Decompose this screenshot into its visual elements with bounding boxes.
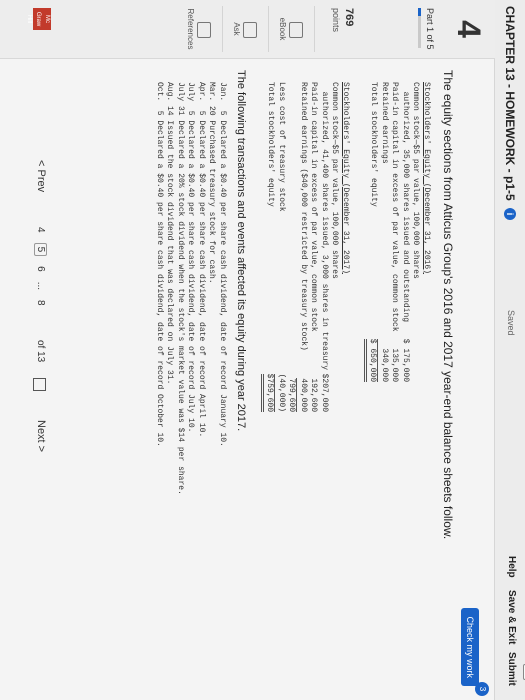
part-indicator: Part 1 of 5 [425, 8, 435, 50]
row-amount: 192,600 [309, 378, 319, 412]
statement-row: 799,600 [286, 82, 298, 412]
statement-row: Paid-in capital in excess of par value, … [389, 82, 400, 382]
publisher-logo: Mc Graw Hill [26, 8, 51, 30]
ask-icon[interactable] [243, 22, 257, 38]
page-number: ... [35, 281, 46, 291]
row-amount: 340,000 [380, 348, 389, 382]
equity-2017-statement: Stockholders' Equity (December 31, 2017)… [261, 82, 350, 412]
transactions-intro: The following transactions and events af… [235, 70, 247, 432]
statement-row: authorized, 35,000 shares issued and out… [400, 82, 410, 382]
transaction-line: Aug. 14 Issued the stock dividend that w… [165, 82, 175, 385]
ebook-icon[interactable] [289, 22, 303, 38]
row-label: Less cost of treasury stock [277, 82, 286, 212]
statement-heading: Stockholders' Equity (December 31, 2016) [422, 82, 431, 275]
page-number[interactable]: 8 [35, 300, 46, 306]
page-number[interactable]: 5 [34, 242, 47, 257]
points-value: 769 [343, 8, 355, 27]
assignment-title: CHAPTER 13 - HOMEWORK - p1-5 i [503, 6, 517, 221]
question-prompt: The equity sections from Atticus Group's… [441, 70, 455, 540]
statement-row: Common stock—$5 par value, 100,000 share… [410, 82, 421, 382]
row-amount: (40,000) [277, 373, 286, 412]
row-label: Total stockholders' equity [266, 82, 276, 207]
ask-link[interactable]: Ask [232, 0, 241, 58]
row-label: authorized, 41,400 shares issued, 3,000 … [320, 82, 329, 371]
row-amount: $ 175,000 [401, 338, 410, 382]
assignment-title-text: CHAPTER 13 - HOMEWORK - p1-5 [503, 6, 517, 201]
grid-icon[interactable] [33, 378, 46, 391]
submit-button[interactable]: Submit [506, 652, 517, 686]
row-label: Common stock—$5 par value, 100,000 share… [411, 82, 421, 279]
equity-2016-statement: Stockholders' Equity (December 31, 2016)… [364, 82, 431, 382]
prev-button[interactable]: < Prev [35, 160, 47, 192]
statement-row: Retained earnings 340,000 [379, 82, 389, 382]
transaction-line: July 5 Declared a $0.40 per share cash d… [186, 82, 196, 433]
statement-row: Common stock—$5 par value, 100,000 share… [329, 82, 340, 412]
info-icon[interactable]: i [504, 208, 516, 221]
references-icon[interactable] [197, 22, 211, 38]
row-label: authorized, 35,000 shares issued and out… [401, 82, 410, 323]
row-label: Paid-in capital in excess of par value, … [309, 82, 319, 332]
transaction-line: Jan. 5 Declared a $0.40 per share cash d… [218, 82, 227, 447]
question-number: 4 [451, 20, 487, 38]
statement-row: Less cost of treasury stock (40,000) [276, 82, 286, 412]
next-button[interactable]: Next > [35, 420, 47, 452]
statement-row: Total stockholders' equity $ 650,000 [364, 82, 379, 382]
page-total: of 13 [35, 340, 46, 363]
part-progress-bar [418, 8, 421, 48]
transaction-line: Oct. 5 Declared a $0.40 per share cash d… [155, 82, 164, 447]
row-amount: $ 650,000 [364, 338, 379, 382]
row-amount: 400,000 [299, 378, 308, 412]
points-label: points [331, 8, 341, 33]
top-bar: CHAPTER 13 - HOMEWORK - p1-5 i Saved Hel… [494, 0, 525, 700]
part-progress-fill [418, 8, 421, 16]
transaction-line: Apr. 5 Declared a $0.40 per share cash d… [197, 82, 206, 438]
saved-status: Saved [506, 310, 516, 336]
row-amount: $207,000 [320, 373, 329, 412]
pagination-bar: Mc Graw Hill < Prev 4 5 6... 8 of 13 Next > [15, 0, 55, 700]
rail-divider [268, 6, 269, 52]
row-label: Total stockholders' equity [369, 82, 379, 207]
question-content: The equity sections from Atticus Group's… [154, 70, 455, 630]
statement-row: authorized, 41,400 shares issued, 3,000 … [319, 82, 329, 412]
app-window: CHAPTER 13 - HOMEWORK - p1-5 i Saved Hel… [0, 0, 525, 700]
statement-row: Paid-in capital in excess of par value, … [308, 82, 319, 412]
row-amount: 135,000 [390, 348, 400, 382]
save-exit-button[interactable]: Save & Exit [506, 590, 517, 644]
statement-heading: Stockholders' Equity (December 31, 2017) [341, 82, 350, 275]
ebook-link[interactable]: eBook [278, 0, 287, 58]
row-amount: 799,600 [286, 378, 298, 412]
rail-divider [314, 6, 315, 52]
transaction-line: July 31 Declared a 20% stock dividend wh… [176, 82, 185, 495]
references-link[interactable]: References [186, 0, 195, 58]
page-numbers: 4 5 6... 8 [34, 222, 47, 311]
statement-row: Total stockholders' equity $759,600 [261, 82, 276, 412]
page-number[interactable]: 4 [35, 227, 46, 233]
statement-row: Retained earnings ($40,000 restricted by… [298, 82, 308, 412]
check-my-work-button[interactable]: Check my work [461, 608, 479, 686]
row-amount: $759,600 [261, 373, 276, 412]
row-label: Paid-in capital in excess of par value, … [390, 82, 400, 332]
row-label: Common stock—$5 par value, 100,000 share… [330, 82, 340, 279]
rail-divider [222, 6, 223, 52]
transaction-line: Mar. 20 Purchased treasury stock for cas… [207, 82, 217, 284]
help-button[interactable]: Help [506, 556, 517, 578]
question-rail: 4 Part 1 of 5 769 points eBook Ask Refer… [0, 0, 495, 59]
row-label: Retained earnings ($40,000 restricted by… [299, 82, 308, 351]
page-number[interactable]: 6 [35, 266, 46, 272]
row-label: Retained earnings [380, 82, 389, 164]
transactions-list: Jan. 5 Declared a $0.40 per share cash d… [154, 82, 227, 630]
